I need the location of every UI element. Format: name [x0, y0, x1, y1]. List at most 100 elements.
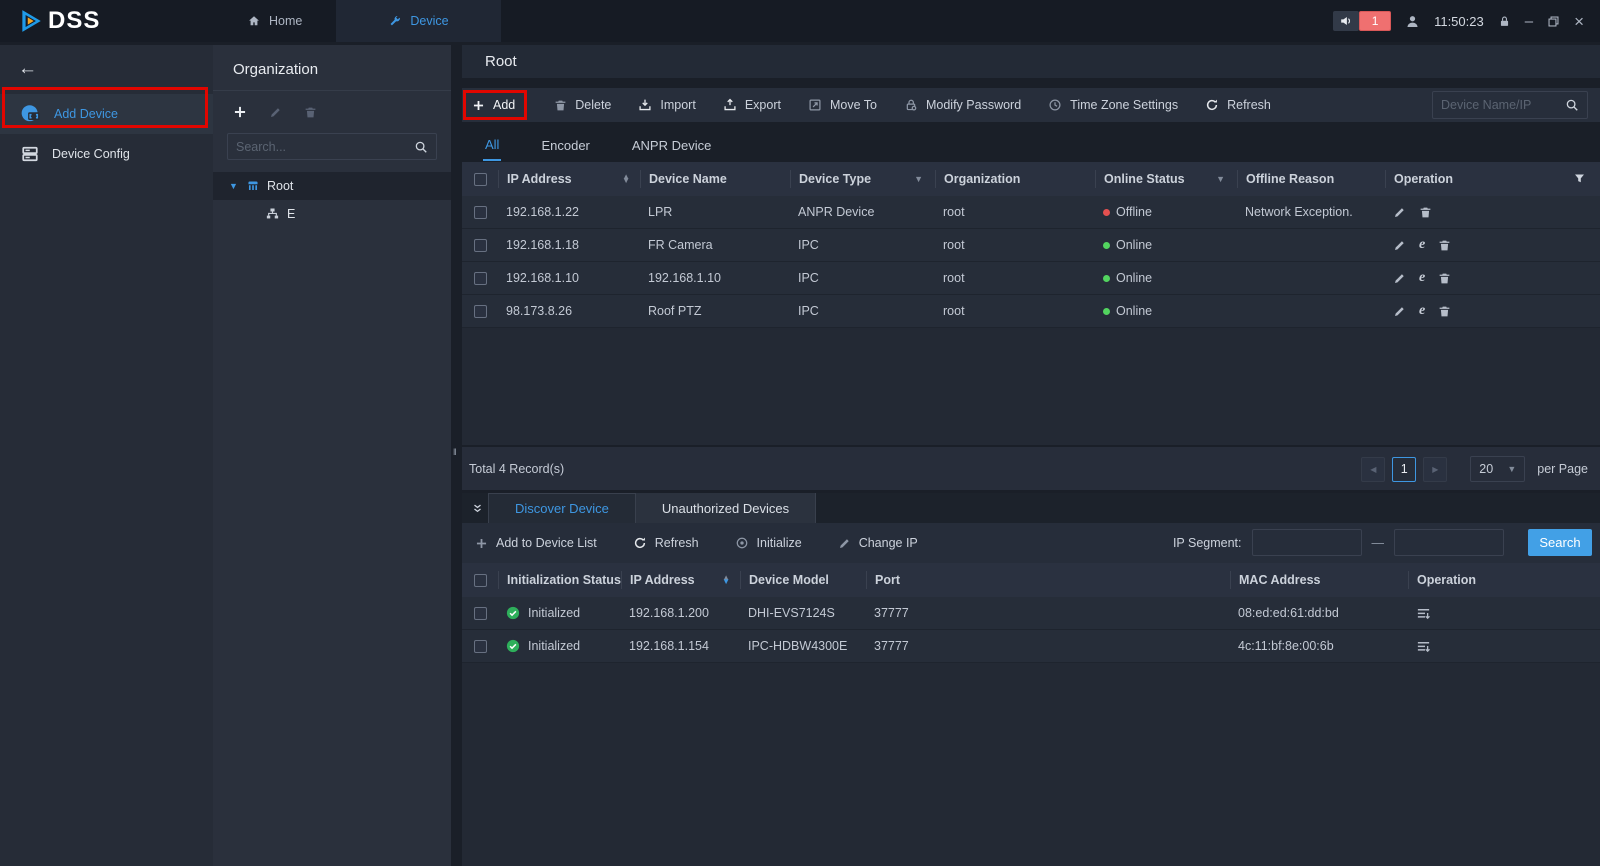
checkbox-icon[interactable] — [474, 239, 487, 252]
minimize-button[interactable]: – — [1525, 14, 1533, 29]
add-org-icon[interactable] — [233, 105, 247, 119]
edit-device-icon[interactable] — [1393, 305, 1406, 318]
lock-icon[interactable] — [1498, 15, 1511, 28]
web-page-icon[interactable]: e — [1419, 238, 1425, 252]
cell-port: 37777 — [866, 606, 1230, 620]
user-icon[interactable] — [1405, 14, 1420, 29]
row-select[interactable] — [462, 607, 498, 620]
back-button[interactable]: ← — [0, 45, 213, 94]
nav-tab-home[interactable]: Home — [213, 0, 336, 42]
discover-toolbar-refresh-button[interactable]: Refresh — [633, 536, 699, 550]
nav-tab-device[interactable]: Device — [336, 0, 500, 42]
notification-badge[interactable]: 1 — [1359, 11, 1391, 31]
row-select[interactable] — [462, 239, 498, 252]
cell-offline-reason: Network Exception. — [1237, 205, 1385, 219]
table-footer: Total 4 Record(s) ◀ 1 ▶ 20 ▼ per Page — [462, 447, 1600, 490]
tree-node-e[interactable]: E — [213, 200, 451, 228]
web-page-icon[interactable]: e — [1419, 271, 1425, 285]
tab-encoder[interactable]: Encoder — [539, 130, 591, 160]
filter-icon[interactable] — [1573, 172, 1586, 185]
collapse-panel-icon[interactable] — [466, 493, 488, 523]
filter-caret-icon[interactable]: ▼ — [1216, 174, 1225, 184]
tab-unauthorized-devices[interactable]: Unauthorized Devices — [636, 493, 816, 523]
cell-device-type: IPC — [790, 238, 935, 252]
restore-button[interactable] — [1547, 15, 1560, 28]
search-icon[interactable] — [1565, 98, 1579, 112]
device-search-input[interactable] — [1441, 98, 1565, 112]
speaker-icon[interactable] — [1333, 11, 1359, 31]
edit-org-icon[interactable] — [269, 105, 282, 119]
ip-segment-start-input[interactable] — [1252, 529, 1362, 556]
column-header-label: Organization — [944, 172, 1020, 186]
row-select[interactable] — [462, 640, 498, 653]
checkbox-icon[interactable] — [474, 272, 487, 285]
row-select[interactable] — [462, 206, 498, 219]
notification-group[interactable]: 1 — [1333, 11, 1391, 31]
toolbar-button-label: Import — [660, 98, 695, 112]
toolbar-export-button[interactable]: Export — [723, 98, 781, 112]
ip-search-button[interactable]: Search — [1528, 529, 1592, 556]
checkbox-icon[interactable] — [474, 173, 487, 186]
page-size-select[interactable]: 20 ▼ — [1470, 456, 1525, 482]
sidebar-item-device-config[interactable]: Device Config — [0, 134, 213, 174]
tree-expand-caret-icon[interactable]: ▼ — [229, 181, 239, 191]
toolbar-button-label: Move To — [830, 98, 877, 112]
current-page-button[interactable]: 1 — [1392, 457, 1416, 482]
ip-segment-end-input[interactable] — [1394, 529, 1504, 556]
close-button[interactable]: × — [1574, 13, 1584, 30]
edit-device-icon[interactable] — [1393, 206, 1406, 219]
panel-splitter[interactable]: ‖ — [451, 45, 462, 866]
checkbox-icon[interactable] — [474, 640, 487, 653]
splitter-grip-icon[interactable]: ‖ — [453, 447, 458, 457]
column-header-mac-address: MAC Address — [1230, 571, 1408, 589]
prev-page-button[interactable]: ◀ — [1361, 457, 1385, 482]
row-select[interactable] — [462, 305, 498, 318]
trash-icon — [554, 99, 567, 112]
tree-node-root[interactable]: ▼Root — [213, 172, 451, 200]
select-all-checkbox[interactable] — [462, 170, 498, 188]
tab-discover-device[interactable]: Discover Device — [488, 493, 636, 523]
discover-toolbar-add-to-device-list-button[interactable]: Add to Device List — [475, 536, 597, 550]
toolbar-refresh-button[interactable]: Refresh — [1205, 98, 1271, 112]
sort-icon[interactable]: ▲▼ — [622, 175, 630, 184]
next-page-button[interactable]: ▶ — [1423, 457, 1447, 482]
sort-icon[interactable]: ▲▼ — [722, 576, 730, 585]
home-icon — [247, 14, 261, 28]
checkbox-icon[interactable] — [474, 305, 487, 318]
discover-toolbar-initialize-button[interactable]: Initialize — [735, 536, 802, 550]
delete-org-icon[interactable] — [304, 105, 317, 119]
organization-search-input[interactable] — [236, 140, 414, 154]
add-to-list-icon[interactable] — [1416, 606, 1431, 621]
sidebar-item-add-device[interactable]: Add Device — [0, 94, 213, 134]
web-page-icon[interactable]: e — [1419, 304, 1425, 318]
delete-device-icon[interactable] — [1438, 272, 1451, 285]
discover-toolbar-change-ip-button[interactable]: Change IP — [838, 536, 918, 550]
select-all-checkbox[interactable] — [462, 571, 498, 589]
tab-all[interactable]: All — [483, 129, 501, 161]
edit-device-icon[interactable] — [1393, 239, 1406, 252]
toolbar-time-zone-settings-button[interactable]: Time Zone Settings — [1048, 98, 1178, 112]
toolbar-add-button[interactable]: Add — [463, 90, 527, 120]
row-select[interactable] — [462, 272, 498, 285]
checkbox-icon[interactable] — [474, 206, 487, 219]
column-header-label: Online Status — [1104, 172, 1185, 186]
checkbox-icon[interactable] — [474, 574, 487, 587]
toolbar-import-button[interactable]: Import — [638, 98, 695, 112]
checkbox-icon[interactable] — [474, 607, 487, 620]
status-dot-icon — [1103, 242, 1110, 249]
cell-device-name: LPR — [640, 205, 790, 219]
main-panel: Root AddDeleteImportExportMove ToModify … — [462, 45, 1600, 866]
add-to-list-icon[interactable] — [1416, 639, 1431, 654]
toolbar-modify-password-button[interactable]: Modify Password — [904, 98, 1021, 112]
delete-device-icon[interactable] — [1438, 239, 1451, 252]
cell-organization: root — [935, 238, 1095, 252]
toolbar-move-to-button[interactable]: Move To — [808, 98, 877, 112]
delete-device-icon[interactable] — [1419, 206, 1432, 219]
toolbar-delete-button[interactable]: Delete — [554, 98, 611, 112]
delete-device-icon[interactable] — [1438, 305, 1451, 318]
filter-caret-icon[interactable]: ▼ — [914, 174, 923, 184]
cell-device-type: IPC — [790, 304, 935, 318]
search-icon[interactable] — [414, 140, 428, 154]
tab-anpr-device[interactable]: ANPR Device — [630, 130, 713, 160]
edit-device-icon[interactable] — [1393, 272, 1406, 285]
